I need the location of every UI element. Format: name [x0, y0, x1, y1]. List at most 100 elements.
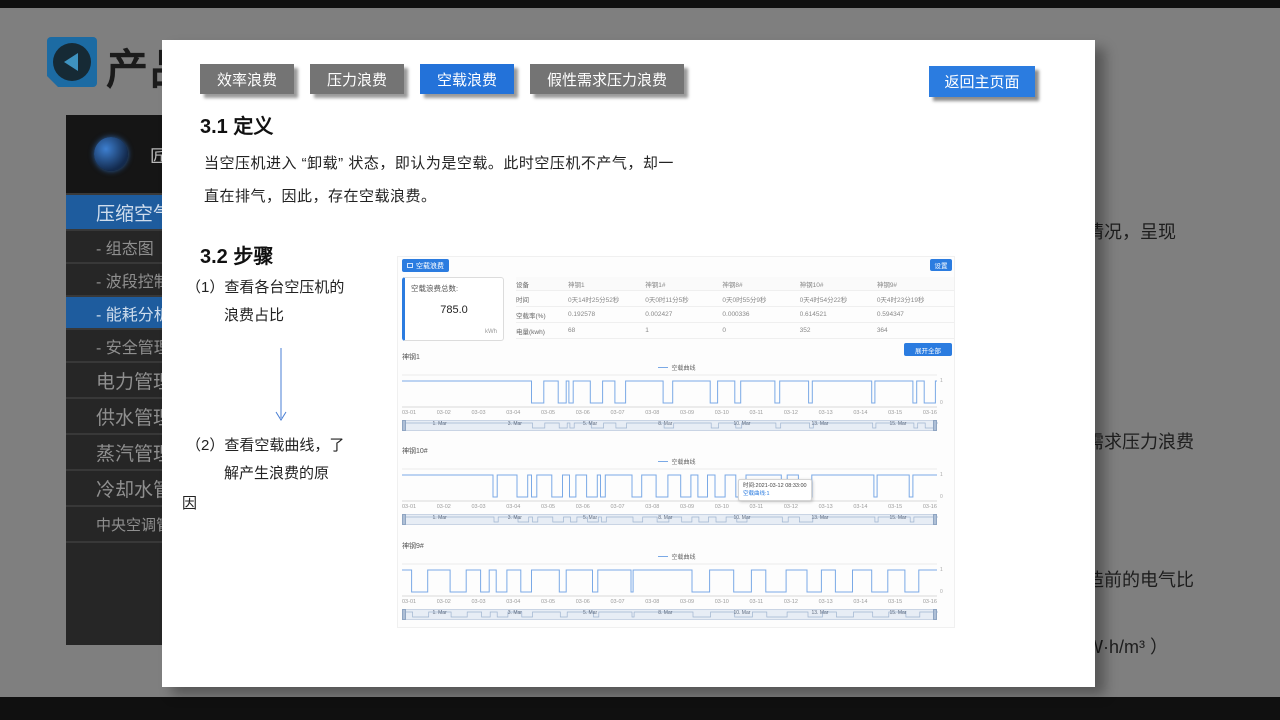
data-zoom-slider[interactable] [402, 420, 937, 431]
x-tick: 03-06 [576, 599, 590, 605]
step2-line1: （2）查看空载曲线，了 [186, 434, 344, 455]
summary-label: 空载浪费总数: [411, 283, 458, 294]
y-axis-label: 1 [940, 378, 943, 384]
x-tick: 03-04 [506, 599, 520, 605]
chart-legend[interactable]: 空载曲线 [402, 457, 952, 466]
definition-text-line2: 直在排气，因此，存在空载浪费。 [204, 185, 437, 206]
slider-handle-left[interactable] [402, 420, 406, 431]
table-header-cell: 神钢9# [877, 279, 954, 289]
x-tick: 03-14 [853, 410, 867, 416]
summary-unit: kWh [485, 329, 497, 335]
x-axis-ticks: 03-0103-0203-0303-0403-0503-0603-0703-08… [402, 410, 937, 416]
step1-line2: 浪费占比 [224, 304, 284, 325]
device-table: 设备神钢1神钢1#神钢8#神钢10#神钢9#时间0天14时25分52秒0天0时1… [516, 277, 954, 339]
chart-plot-area[interactable] [402, 562, 937, 598]
app-logo-icon [94, 137, 128, 171]
settings-button[interactable]: 设置 [930, 259, 952, 271]
back-button[interactable] [47, 37, 97, 87]
table-header-cell: 神钢1# [645, 279, 722, 289]
x-tick: 03-02 [437, 504, 451, 510]
legend-line-icon [658, 367, 668, 368]
x-tick: 03-07 [611, 410, 625, 416]
table-cell: 0天4时23分19秒 [877, 294, 954, 304]
x-tick: 03-01 [402, 504, 416, 510]
slider-handle-left[interactable] [402, 609, 406, 620]
x-tick: 03-07 [611, 599, 625, 605]
slider-handle-left[interactable] [402, 514, 406, 525]
x-tick: 03-03 [472, 410, 486, 416]
table-cell: 0.000336 [722, 311, 799, 318]
table-cell: 0.614521 [800, 311, 877, 318]
x-tick: 03-16 [923, 504, 937, 510]
chart-legend[interactable]: 空载曲线 [402, 552, 952, 561]
table-row: 电量(kwh)6810352364 [516, 323, 954, 339]
x-tick: 03-13 [819, 504, 833, 510]
table-header-cell: 神钢10# [800, 279, 877, 289]
x-tick: 03-04 [506, 504, 520, 510]
x-tick: 03-07 [611, 504, 625, 510]
x-tick: 03-02 [437, 599, 451, 605]
x-tick: 03-15 [888, 599, 902, 605]
background-text-fragment-3: 造前的电气比 [1086, 566, 1194, 592]
legend-label: 空载曲线 [671, 363, 695, 372]
x-tick: 03-10 [715, 410, 729, 416]
tooltip-value: 空载曲线:1 [743, 490, 807, 498]
legend-line-icon [658, 556, 668, 557]
chart-plot-area[interactable] [402, 467, 937, 503]
x-tick: 03-14 [853, 504, 867, 510]
x-tick: 03-05 [541, 410, 555, 416]
table-header-cell: 神钢1 [568, 279, 645, 289]
x-tick: 03-11 [750, 599, 764, 605]
table-cell: 0天0时55分9秒 [722, 294, 799, 304]
x-tick: 03-06 [576, 504, 590, 510]
idle-waste-total-card: 空载浪费总数: 785.0 kWh [402, 277, 504, 341]
window-icon [407, 263, 413, 268]
slider-handle-right[interactable] [933, 420, 937, 431]
x-tick: 03-01 [402, 599, 416, 605]
dashboard-title-tag: 空载浪费 [402, 259, 449, 272]
tab-假性需求压力浪费[interactable]: 假性需求压力浪费 [530, 64, 684, 94]
x-tick: 03-11 [750, 504, 764, 510]
table-cell: 空载率(%) [516, 310, 568, 320]
summary-value: 785.0 [405, 304, 503, 316]
table-row: 空载率(%)0.1925780.0024270.0003360.6145210.… [516, 307, 954, 323]
x-tick: 03-09 [680, 410, 694, 416]
data-zoom-slider[interactable] [402, 514, 937, 525]
chart-title: 神钢1 [402, 352, 420, 362]
x-tick: 03-09 [680, 599, 694, 605]
top-black-bar [0, 0, 1280, 8]
chart-legend[interactable]: 空载曲线 [402, 363, 952, 372]
chart-plot-area[interactable] [402, 373, 937, 409]
tab-空载浪费[interactable]: 空载浪费 [420, 64, 514, 94]
tooltip-time: 时间:2021-03-12 08:33:00 [743, 482, 807, 490]
table-header-cell: 神钢8# [722, 279, 799, 289]
legend-line-icon [658, 461, 668, 462]
return-home-button[interactable]: 返回主页面 [929, 66, 1035, 97]
y-axis-label: 0 [940, 589, 943, 595]
table-cell: 时间 [516, 294, 568, 304]
chart-block-神钢9#: 神钢9#空载曲线1003-0103-0203-0303-0403-0503-06… [402, 541, 952, 635]
table-cell: 0天14时25分52秒 [568, 294, 645, 304]
y-axis-label: 0 [940, 400, 943, 406]
x-tick: 03-15 [888, 410, 902, 416]
tab-压力浪费[interactable]: 压力浪费 [310, 64, 404, 94]
x-tick: 03-12 [784, 410, 798, 416]
table-cell: 364 [877, 327, 954, 334]
slider-handle-right[interactable] [933, 609, 937, 620]
step1-line1: （1）查看各台空压机的 [186, 276, 344, 297]
data-zoom-slider[interactable] [402, 609, 937, 620]
background-text-fragment-2: 需求压力浪费 [1086, 428, 1194, 454]
x-axis-ticks: 03-0103-0203-0303-0403-0503-0603-0703-08… [402, 504, 937, 510]
chart-title: 神钢9# [402, 541, 424, 551]
tab-效率浪费[interactable]: 效率浪费 [200, 64, 294, 94]
table-cell: 0.002427 [645, 311, 722, 318]
x-tick: 03-05 [541, 504, 555, 510]
table-cell: 352 [800, 327, 877, 334]
slider-handle-right[interactable] [933, 514, 937, 525]
table-cell: 电量(kwh) [516, 326, 568, 336]
x-tick: 03-09 [680, 504, 694, 510]
table-cell: 0 [722, 327, 799, 334]
table-header-cell: 设备 [516, 279, 568, 289]
table-cell: 0天4时54分22秒 [800, 294, 877, 304]
legend-label: 空载曲线 [671, 552, 695, 561]
